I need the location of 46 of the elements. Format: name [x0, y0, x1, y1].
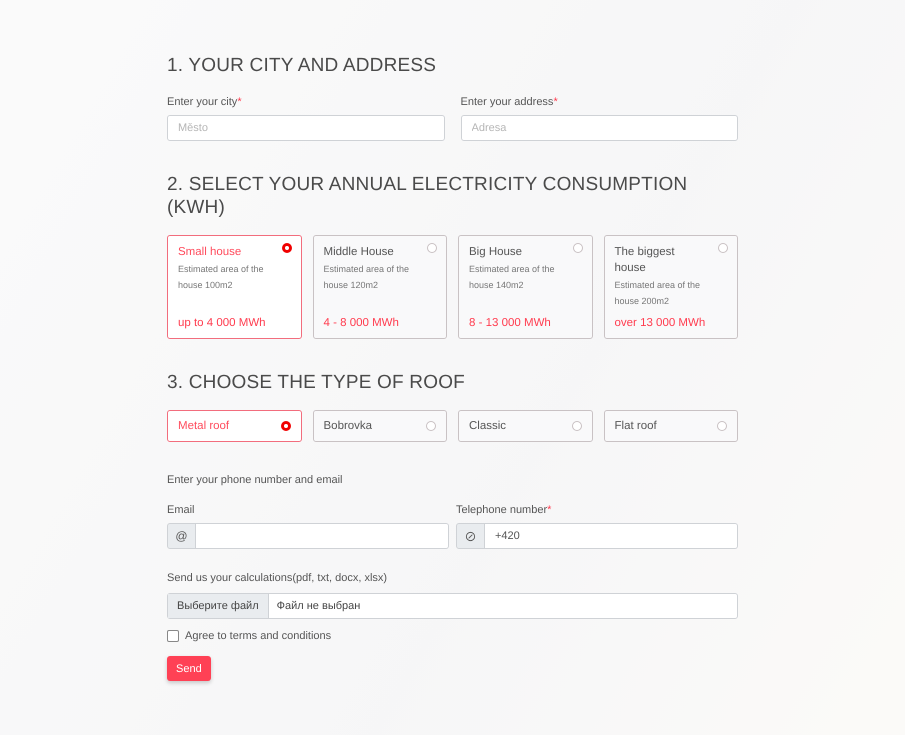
checkbox[interactable] — [167, 630, 179, 642]
option-range: 8 - 13 000 MWh — [469, 317, 552, 329]
option-title: Small house — [178, 245, 242, 260]
roof-option[interactable]: Classic — [458, 410, 592, 442]
upload-label: Send us your calculations(pdf, txt, docx, xlsx) — [167, 571, 388, 585]
radio-button[interactable] — [427, 243, 437, 253]
option-description: Estimated area of the house 200m2 — [614, 279, 702, 308]
phone-icon — [465, 530, 476, 542]
option-title: The biggest house — [614, 245, 676, 276]
option-description: Estimated area of the house 140m2 — [469, 263, 556, 292]
field-label: Enter your city* — [167, 95, 243, 109]
house-option-card[interactable]: Small house Estimated area of the house 100m2 up to 4 000 MWh — [167, 235, 302, 339]
contact-intro: Enter your phone number and email — [167, 473, 344, 487]
field-label: Enter your address* — [460, 95, 559, 109]
option-title: Middle House — [324, 245, 394, 260]
text-input[interactable]: Adresa — [460, 115, 738, 141]
roof-option[interactable]: Flat roof — [604, 410, 738, 442]
choose-file-button[interactable]: Выберите файл — [168, 594, 269, 618]
field-label: Telephone number* — [456, 503, 552, 517]
radio-button[interactable] — [572, 421, 582, 431]
option-description: Estimated area of the house 100m2 — [178, 263, 265, 292]
email-input[interactable] — [196, 523, 449, 549]
option-range: over 13 000 MWh — [614, 317, 706, 329]
agree-label: Agree to terms and conditions — [185, 630, 332, 642]
section-heading: 2. SELECT YOUR ANNUAL ELECTRICITY CONSUMPTION (KWH) — [167, 173, 688, 219]
option-description: Estimated area of the house 120m2 — [324, 263, 410, 292]
field-label: Email — [167, 503, 196, 517]
phone-input[interactable]: +420 — [485, 523, 738, 549]
option-range: 4 - 8 000 MWh — [324, 317, 400, 329]
house-option-card[interactable]: Big House Estimated area of the house 140m2 8 - 13 000 MWh — [458, 235, 592, 339]
radio-button[interactable] — [426, 421, 436, 431]
option-range: up to 4 000 MWh — [178, 317, 267, 329]
at-sign-addon: @ — [167, 523, 196, 549]
text-input[interactable]: Město — [167, 115, 444, 141]
section-heading: 1. YOUR CITY AND ADDRESS — [167, 54, 438, 77]
house-option-card[interactable]: Middle House Estimated area of the house 120m2 4 - 8 000 MWh — [312, 235, 447, 339]
file-field[interactable]: Выберите файл Файл не выбран — [167, 593, 738, 619]
radio-button[interactable] — [572, 243, 582, 253]
option-title: Big House — [469, 245, 522, 260]
radio-button[interactable] — [717, 421, 727, 431]
section-heading: 3. CHOOSE THE TYPE OF ROOF — [167, 371, 466, 394]
roof-option[interactable]: Bobrovka — [312, 410, 447, 442]
radio-button[interactable] — [718, 243, 728, 253]
radio-button[interactable] — [282, 243, 292, 253]
house-option-card[interactable]: The biggest house Estimated area of the house 200m2 over 13 000 MWh — [604, 235, 738, 339]
radio-button[interactable] — [280, 421, 290, 431]
